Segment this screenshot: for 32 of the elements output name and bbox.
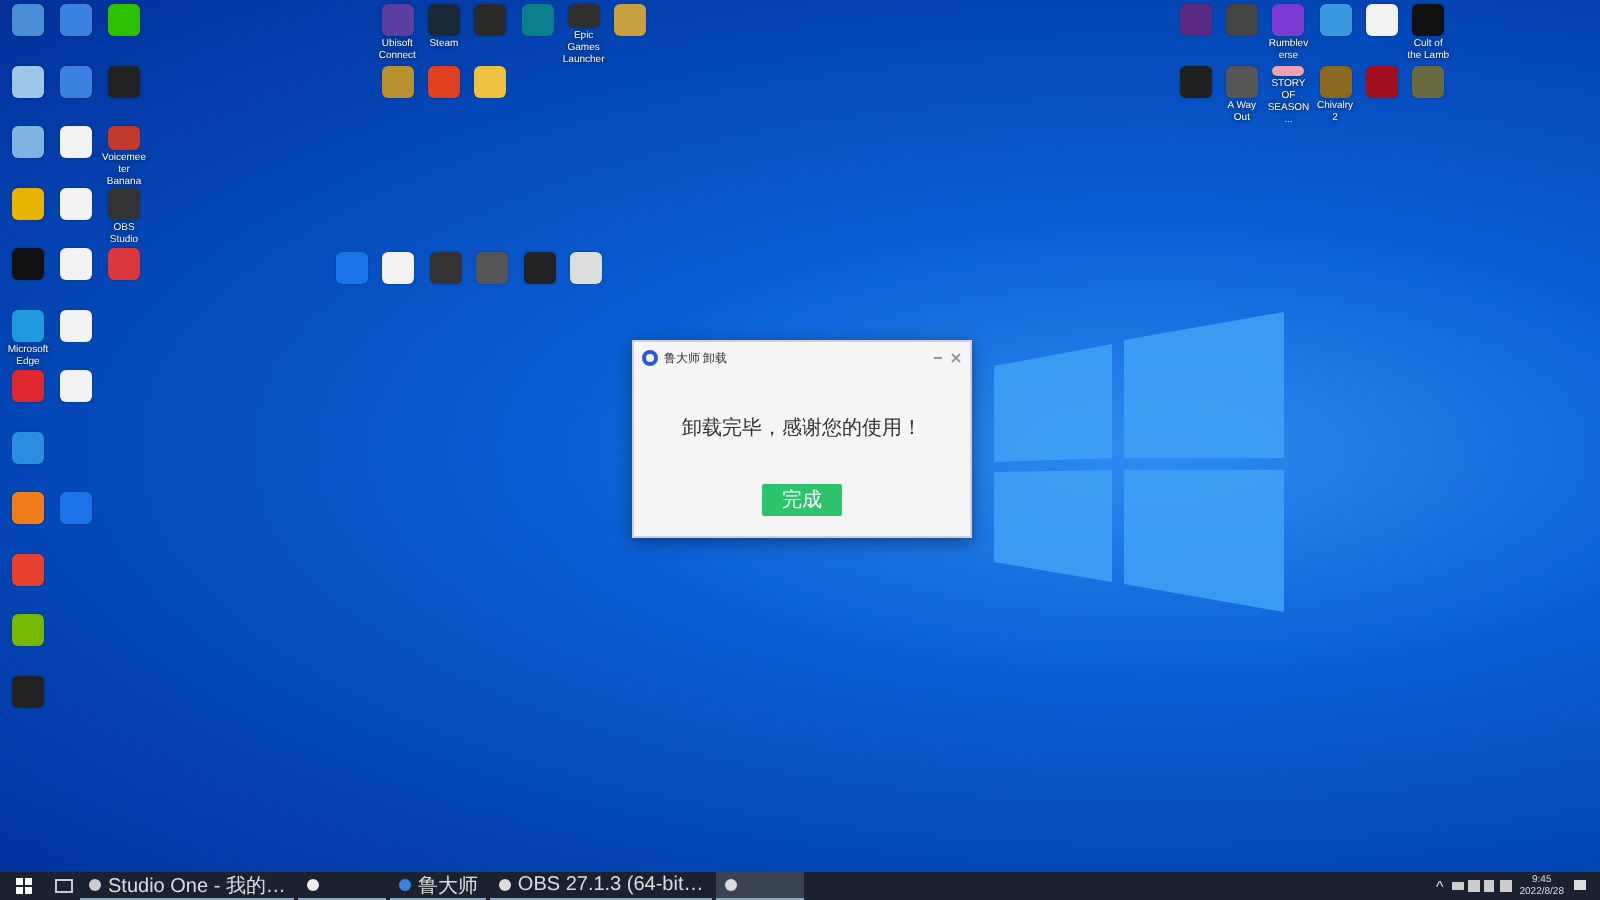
app-icon <box>497 878 512 892</box>
app-icon[interactable] <box>474 65 507 97</box>
app-icon <box>88 878 102 892</box>
app-icon[interactable] <box>12 614 44 646</box>
app-icon <box>305 878 320 892</box>
taskbar-button[interactable] <box>715 872 804 900</box>
app-icon[interactable] <box>12 65 44 97</box>
app-icon[interactable] <box>60 187 92 219</box>
app-icon[interactable] <box>1365 4 1398 36</box>
app-icon[interactable] <box>382 252 415 284</box>
app-icon[interactable] <box>614 4 647 36</box>
app-icon[interactable] <box>108 4 140 36</box>
minimize-icon[interactable] <box>932 352 944 364</box>
app-icon[interactable] <box>60 309 92 341</box>
app-icon[interactable] <box>60 248 92 280</box>
app-icon[interactable] <box>1272 65 1305 76</box>
app-icon[interactable] <box>12 187 44 219</box>
app-icon[interactable] <box>12 126 44 158</box>
taskbar-button[interactable]: 鲁大师 <box>389 872 486 900</box>
app-icon[interactable] <box>60 370 92 402</box>
app-icon[interactable] <box>570 252 603 284</box>
app-icon <box>397 878 412 892</box>
tray-icons-drawing[interactable] <box>1451 878 1512 894</box>
notification-icon[interactable] <box>1572 878 1588 894</box>
app-icon <box>723 878 738 892</box>
taskbar-button[interactable]: OBS 27.1.3 (64-bit… <box>489 872 712 900</box>
dialog-message: 卸载完毕，感谢您的使用！ <box>680 415 924 442</box>
app-logo-icon <box>642 350 658 366</box>
close-icon[interactable] <box>950 352 962 364</box>
taskbar-button[interactable]: Studio One - 我的… <box>80 872 294 900</box>
tray-caret[interactable]: ^ <box>1435 877 1444 895</box>
app-icon[interactable] <box>60 126 92 158</box>
